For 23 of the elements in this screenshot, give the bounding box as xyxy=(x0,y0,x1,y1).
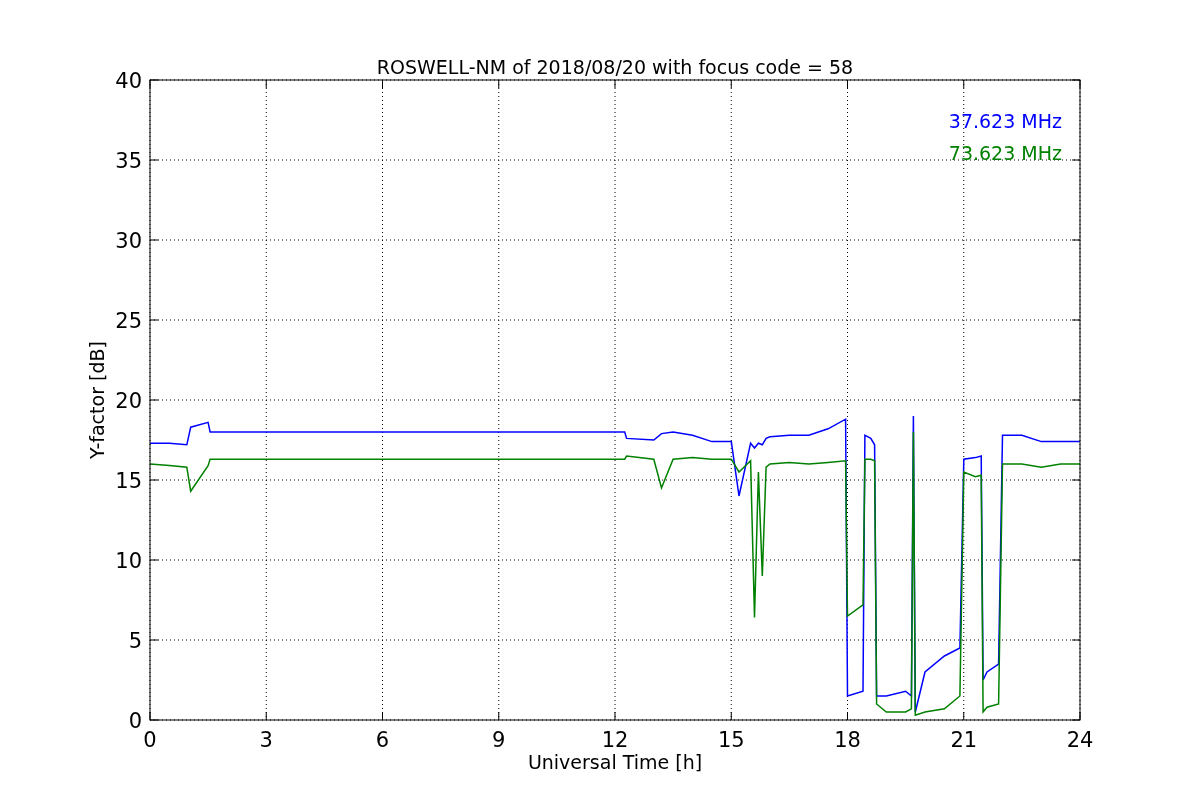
y-tick-label: 20 xyxy=(115,389,142,413)
x-tick-label: 6 xyxy=(375,728,390,752)
x-axis-label: Universal Time [h] xyxy=(527,751,703,773)
y-tick-label: 25 xyxy=(115,309,142,333)
y-tick-label: 0 xyxy=(128,709,142,733)
x-tick-label: 18 xyxy=(834,728,861,752)
x-tick-label: 3 xyxy=(259,728,273,752)
y-tick-label: 40 xyxy=(115,69,142,93)
x-tick-label: 9 xyxy=(492,728,506,752)
y-tick-label: 35 xyxy=(115,149,142,173)
y-tick-label: 5 xyxy=(128,629,142,653)
x-tick-label: 24 xyxy=(1066,728,1094,752)
x-tick-label: 0 xyxy=(143,728,157,752)
y-axis-label: Y-factor [dB] xyxy=(86,341,108,459)
x-tick-label: 12 xyxy=(601,728,629,752)
legend-label: 73.623 MHz xyxy=(948,142,1062,164)
x-tick-label: 21 xyxy=(950,728,978,752)
y-tick-label: 30 xyxy=(115,229,142,253)
y-tick-label: 10 xyxy=(115,549,142,573)
legend-label: 37.623 MHz xyxy=(948,110,1062,132)
x-tick-label: 15 xyxy=(717,728,745,752)
y-tick-label: 15 xyxy=(115,469,142,493)
chart-title: ROSWELL-NM of 2018/08/20 with focus code = 58 xyxy=(376,56,854,78)
